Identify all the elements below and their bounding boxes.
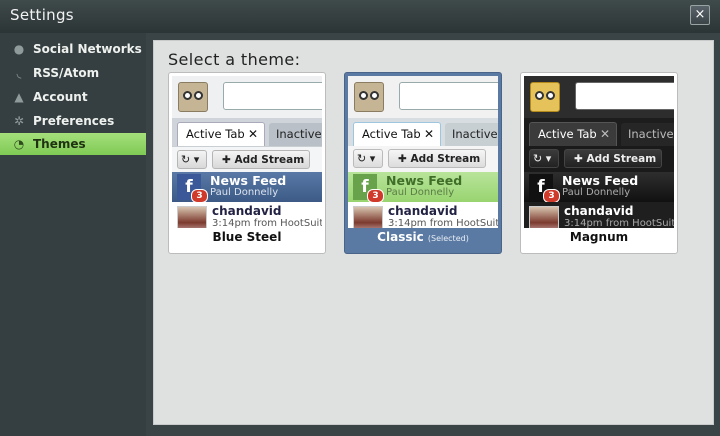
preview-inactive-tab: Inactive bbox=[269, 123, 322, 146]
preview-active-tab-label: Active Tab bbox=[538, 127, 597, 141]
owl-logo-icon bbox=[178, 82, 208, 112]
theme-name: Magnum bbox=[521, 230, 677, 244]
preview-message: chandavid 3:14pm from HootSuite bbox=[524, 202, 674, 228]
window-title: Settings bbox=[10, 6, 74, 24]
gear-icon: ✲ bbox=[13, 114, 25, 128]
refresh-icon: ↻ ▾ bbox=[529, 149, 559, 168]
message-author: chandavid bbox=[564, 204, 634, 218]
sidebar-item-label: Social Networks bbox=[33, 42, 142, 56]
preview-header bbox=[524, 76, 674, 118]
preview-active-tab-label: Active Tab bbox=[186, 127, 245, 141]
feed-user: Paul Donnelly bbox=[386, 187, 455, 198]
theme-card-blue-steel[interactable]: Active Tab ✕ Inactive ↻ ▾ ✚ Add Stream f … bbox=[168, 72, 326, 254]
add-stream-label: Add Stream bbox=[410, 153, 481, 165]
close-tab-icon: ✕ bbox=[247, 127, 258, 141]
add-stream-label: Add Stream bbox=[234, 154, 305, 166]
notification-badge: 3 bbox=[191, 189, 208, 203]
selected-note: (Selected) bbox=[427, 234, 469, 243]
preview-toolbar: ↻ ▾ ✚ Add Stream bbox=[524, 146, 674, 172]
theme-card-magnum[interactable]: Active Tab ✕ Inactive ↻ ▾ ✚ Add Stream f … bbox=[520, 72, 678, 254]
sidebar-item-label: Themes bbox=[33, 137, 86, 151]
message-author: chandavid bbox=[212, 204, 282, 218]
feed-user: Paul Donnelly bbox=[562, 187, 631, 198]
preview-tabbar: Active Tab ✕ Inactive bbox=[524, 118, 674, 146]
theme-preview: Active Tab ✕ Inactive ↻ ▾ ✚ Add Stream f … bbox=[524, 76, 674, 228]
sidebar-item-social-networks[interactable]: ● Social Networks bbox=[0, 38, 146, 60]
sidebar-item-label: Preferences bbox=[33, 114, 115, 128]
preview-feed-header: f 3 News Feed Paul Donnelly bbox=[172, 172, 322, 203]
message-meta: 3:14pm from HootSuite bbox=[564, 218, 674, 228]
preview-active-tab-label: Active Tab bbox=[362, 127, 421, 141]
themes-icon: ◔ bbox=[13, 137, 25, 151]
preview-search-box bbox=[223, 82, 322, 110]
preview-add-stream: ✚ Add Stream bbox=[388, 149, 486, 168]
feed-title: News Feed bbox=[210, 173, 287, 188]
sidebar-item-account[interactable]: ▲ Account bbox=[0, 86, 146, 108]
avatar bbox=[529, 206, 559, 228]
close-button[interactable]: × bbox=[690, 5, 710, 25]
theme-name-label: Magnum bbox=[569, 230, 629, 244]
page-title: Select a theme: bbox=[168, 50, 301, 69]
preview-header bbox=[172, 76, 322, 118]
preview-add-stream: ✚ Add Stream bbox=[212, 150, 310, 169]
preview-active-tab: Active Tab ✕ bbox=[177, 122, 265, 146]
preview-feed-header: f 3 News Feed Paul Donnelly bbox=[348, 172, 498, 203]
theme-preview: Active Tab ✕ Inactive ↻ ▾ ✚ Add Stream f … bbox=[172, 76, 322, 228]
rss-icon: ◟ bbox=[16, 66, 22, 80]
sidebar-item-rss-atom[interactable]: ◟ RSS/Atom bbox=[0, 62, 146, 84]
message-meta: 3:14pm from HootSuite bbox=[388, 218, 498, 228]
theme-name-label: Blue Steel bbox=[212, 230, 282, 244]
preview-add-stream: ✚ Add Stream bbox=[564, 149, 662, 168]
feed-title: News Feed bbox=[386, 173, 463, 188]
owl-logo-icon bbox=[530, 82, 560, 112]
refresh-icon: ↻ ▾ bbox=[353, 149, 383, 168]
theme-name-label: Classic bbox=[377, 230, 424, 244]
message-meta: 3:14pm from HootSuite bbox=[212, 218, 322, 228]
preview-inactive-tab: Inactive bbox=[445, 123, 498, 146]
notification-badge: 3 bbox=[367, 189, 384, 203]
message-author: chandavid bbox=[388, 204, 458, 218]
preview-feed-header: f 3 News Feed Paul Donnelly bbox=[524, 172, 674, 203]
theme-preview: Active Tab ✕ Inactive ↻ ▾ ✚ Add Stream f … bbox=[348, 76, 498, 228]
preview-active-tab: Active Tab ✕ bbox=[353, 122, 441, 146]
theme-name: Blue Steel bbox=[169, 230, 325, 244]
avatar bbox=[177, 206, 207, 228]
preview-message: chandavid 3:14pm from HootSuite bbox=[348, 202, 498, 228]
title-bar: Settings × bbox=[0, 0, 720, 33]
sidebar-item-preferences[interactable]: ✲ Preferences bbox=[0, 110, 146, 132]
preview-inactive-tab: Inactive bbox=[621, 123, 674, 146]
preview-message: chandavid 3:14pm from HootSuite bbox=[172, 202, 322, 228]
sidebar-item-label: RSS/Atom bbox=[33, 66, 100, 80]
owl-logo-icon bbox=[354, 82, 384, 112]
preview-tabbar: Active Tab ✕ Inactive bbox=[172, 118, 322, 146]
theme-name: Classic (Selected) bbox=[345, 230, 501, 244]
preview-tabbar: Active Tab ✕ Inactive bbox=[348, 118, 498, 146]
refresh-icon: ↻ ▾ bbox=[177, 150, 207, 169]
preview-search-box bbox=[575, 82, 674, 110]
sidebar-item-themes[interactable]: ◔ Themes bbox=[0, 133, 146, 155]
preview-active-tab: Active Tab ✕ bbox=[529, 122, 617, 146]
preview-toolbar: ↻ ▾ ✚ Add Stream bbox=[172, 146, 322, 173]
feed-title: News Feed bbox=[562, 173, 639, 188]
preview-header bbox=[348, 76, 498, 118]
notification-badge: 3 bbox=[543, 189, 560, 203]
feed-user: Paul Donnelly bbox=[210, 187, 279, 198]
preview-search-box bbox=[399, 82, 498, 110]
add-stream-label: Add Stream bbox=[586, 153, 657, 165]
settings-sidebar: ● Social Networks ◟ RSS/Atom ▲ Account ✲… bbox=[0, 33, 147, 436]
close-tab-icon: ✕ bbox=[423, 127, 434, 141]
avatar bbox=[353, 206, 383, 228]
sidebar-item-label: Account bbox=[33, 90, 88, 104]
social-networks-icon: ● bbox=[13, 42, 25, 56]
close-tab-icon: ✕ bbox=[599, 127, 610, 141]
preview-toolbar: ↻ ▾ ✚ Add Stream bbox=[348, 146, 498, 172]
theme-card-classic[interactable]: Active Tab ✕ Inactive ↻ ▾ ✚ Add Stream f … bbox=[344, 72, 502, 254]
user-icon: ▲ bbox=[14, 90, 24, 104]
